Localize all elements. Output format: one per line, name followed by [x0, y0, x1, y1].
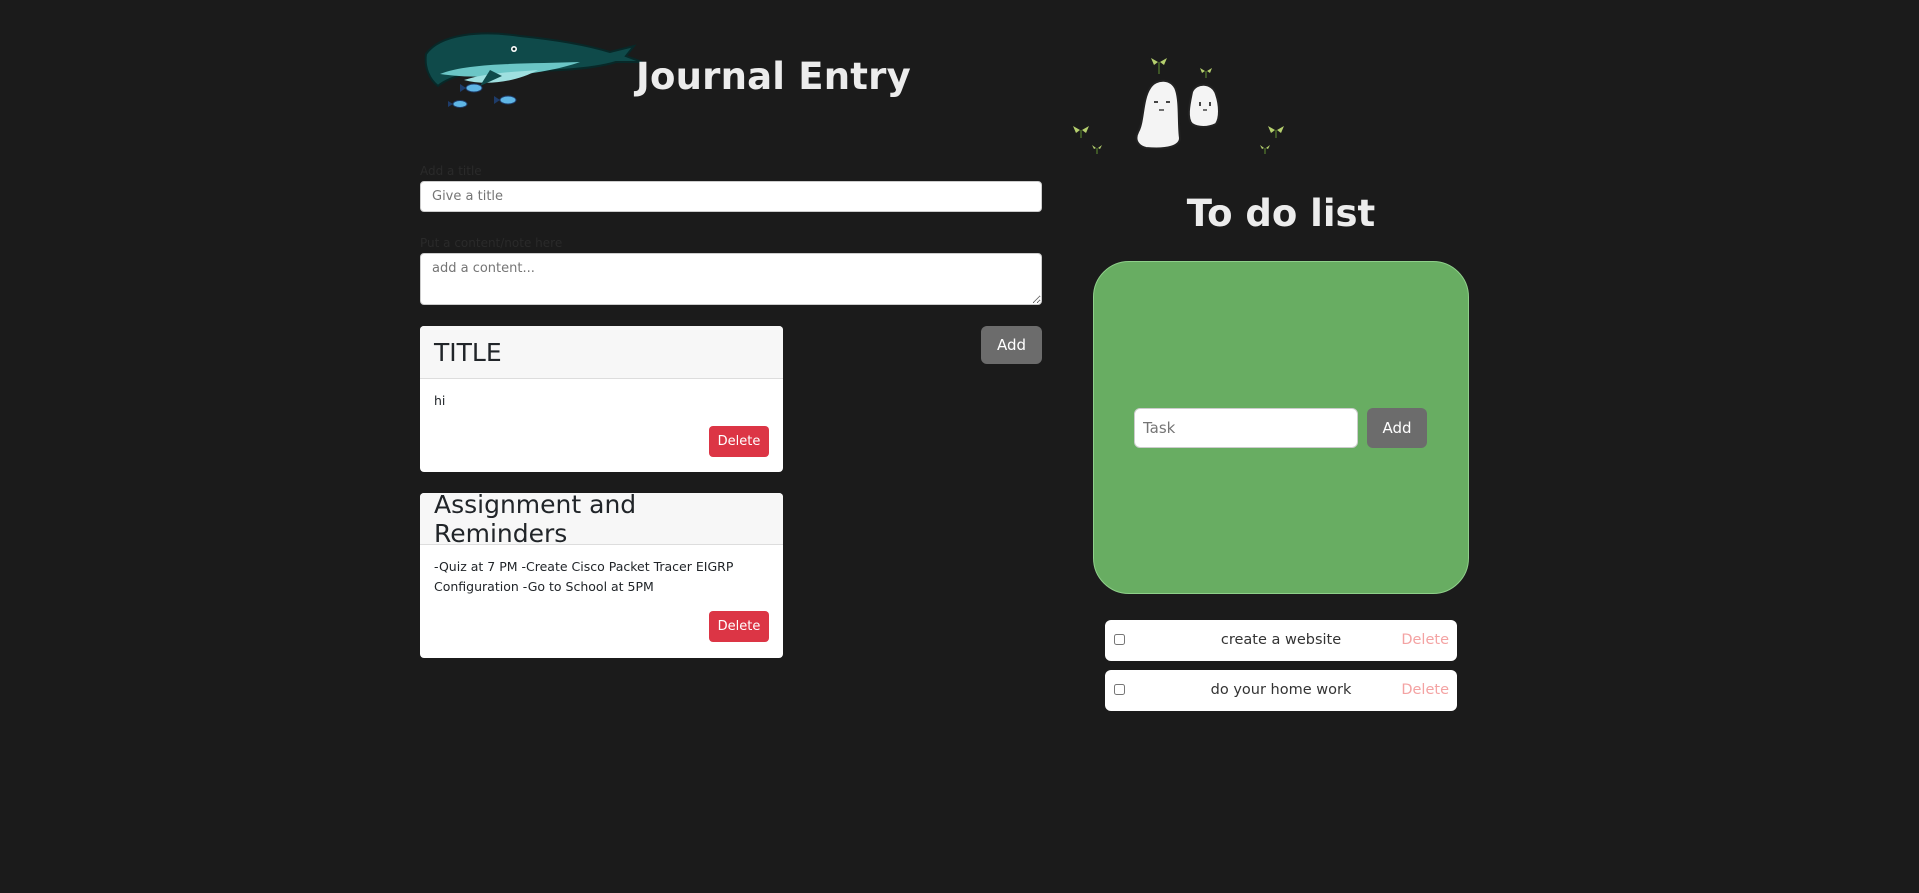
delete-entry-button[interactable]: Delete: [709, 611, 769, 642]
entry-body: -Quiz at 7 PM -Create Cisco Packet Trace…: [434, 559, 734, 594]
page-title: Journal Entry: [636, 55, 911, 98]
delete-task-link[interactable]: Delete: [1401, 620, 1449, 661]
title-label: Add a title: [420, 164, 482, 178]
whale-icon: [424, 32, 643, 108]
todo-title: To do list: [1186, 192, 1376, 235]
journal-entry-card: TITLE hi Delete: [420, 326, 783, 472]
content-label: Put a content/note here: [420, 236, 563, 250]
task-item: do your home work Delete: [1105, 670, 1457, 711]
content-textarea[interactable]: [420, 253, 1042, 305]
task-item: create a website Delete: [1105, 620, 1457, 661]
task-input[interactable]: [1134, 408, 1358, 448]
journal-entry-card: Assignment and Reminders -Quiz at 7 PM -…: [420, 493, 783, 658]
entry-body: hi: [434, 393, 446, 408]
entry-title: Assignment and Reminders: [420, 493, 783, 548]
title-input[interactable]: [420, 181, 1042, 212]
delete-entry-button[interactable]: Delete: [709, 426, 769, 457]
add-entry-button[interactable]: Add: [981, 326, 1042, 364]
ghosts-icon: [1073, 58, 1284, 154]
entry-title: TITLE: [420, 326, 783, 379]
delete-task-link[interactable]: Delete: [1401, 670, 1449, 711]
add-task-button[interactable]: Add: [1367, 408, 1427, 448]
